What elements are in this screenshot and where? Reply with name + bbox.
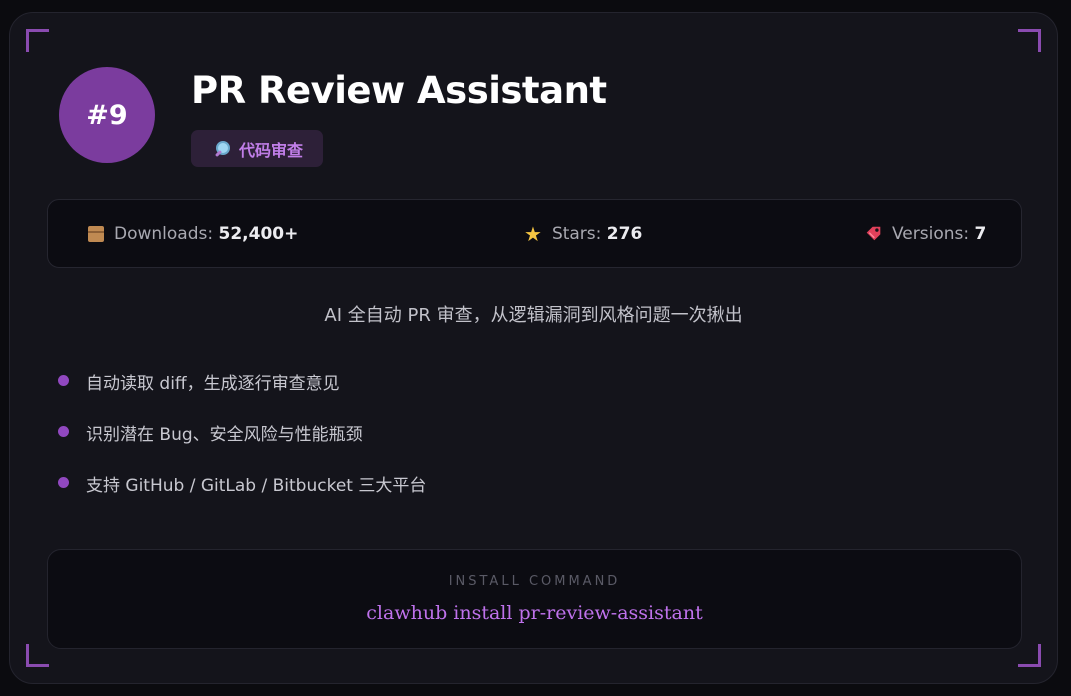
feature-text: 支持 GitHub / GitLab / Bitbucket 三大平台 (86, 476, 427, 496)
stat-versions: Versions: 7 (865, 200, 986, 267)
list-item: 支持 GitHub / GitLab / Bitbucket 三大平台 (58, 471, 426, 522)
install-command[interactable]: clawhub install pr-review-assistant (48, 602, 1021, 624)
stat-stars-value: 276 (606, 223, 643, 244)
skill-card: #9 PR Review Assistant 代码审查 Downloads: 5… (9, 12, 1058, 684)
feature-text: 自动读取 diff，生成逐行审查意见 (86, 374, 340, 394)
feature-list: 自动读取 diff，生成逐行审查意见 识别潜在 Bug、安全风险与性能瓶颈 支持… (58, 369, 426, 522)
category-tag[interactable]: 代码审查 (191, 130, 324, 167)
stat-versions-label: Versions: (892, 223, 970, 244)
rank-badge: #9 (59, 67, 155, 163)
install-box: INSTALL COMMAND clawhub install pr-revie… (47, 549, 1022, 649)
stats-bar: Downloads: 52,400+ ★ Stars: 276 Versions… (47, 199, 1022, 268)
magnifier-icon (213, 140, 231, 158)
skill-title: PR Review Assistant (191, 69, 607, 112)
list-item: 识别潜在 Bug、安全风险与性能瓶颈 (58, 420, 426, 471)
stat-downloads: Downloads: 52,400+ (88, 200, 298, 267)
tag-icon (866, 226, 881, 241)
star-icon: ★ (524, 221, 542, 246)
bullet-icon (58, 477, 69, 488)
corner-bracket-bottom-left (26, 644, 49, 667)
skill-description: AI 全自动 PR 审查，从逻辑漏洞到风格问题一次揪出 (324, 305, 743, 326)
corner-bracket-top-left (26, 29, 49, 52)
package-icon (88, 225, 104, 242)
category-label: 代码审查 (239, 140, 304, 160)
stat-versions-value: 7 (974, 223, 987, 244)
feature-text: 识别潜在 Bug、安全风险与性能瓶颈 (86, 425, 363, 445)
stat-stars-label: Stars: (551, 223, 602, 244)
stat-downloads-value: 52,400+ (218, 223, 299, 244)
bullet-icon (58, 426, 69, 437)
corner-bracket-bottom-right (1018, 644, 1041, 667)
bullet-icon (58, 375, 69, 386)
stat-stars: ★ Stars: 276 (524, 200, 642, 267)
corner-bracket-top-right (1018, 29, 1041, 52)
stat-downloads-label: Downloads: (114, 223, 214, 244)
list-item: 自动读取 diff，生成逐行审查意见 (58, 369, 426, 420)
install-label: INSTALL COMMAND (448, 574, 621, 589)
